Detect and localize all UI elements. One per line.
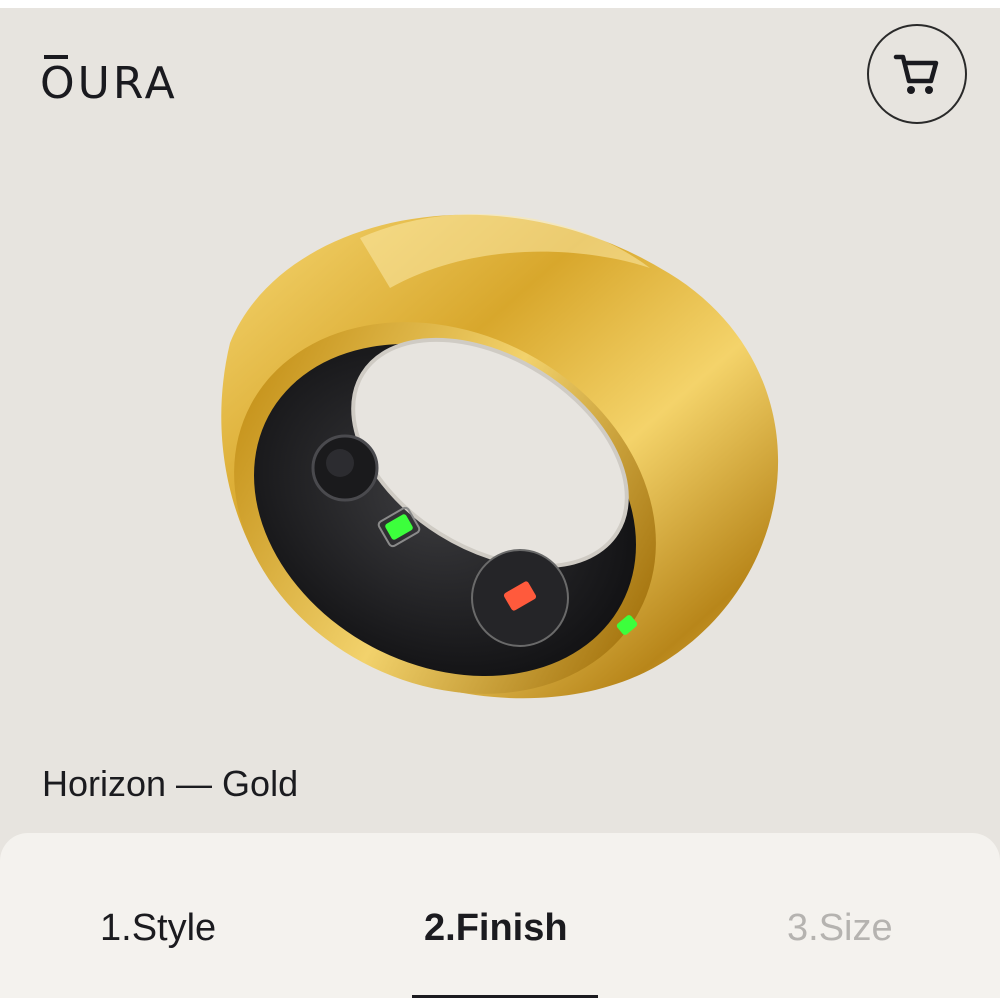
product-title: Horizon — Gold [42, 763, 299, 804]
product-configurator-screen: OURA Horizon — Gold 1.Style 2.Finish 3.S… [0, 8, 1000, 998]
step-finish-tab[interactable]: 2.Finish [424, 905, 568, 951]
ring-product-image [221, 214, 779, 699]
oura-logo[interactable]: OURA [40, 54, 178, 114]
step-style-tab[interactable]: 1.Style [100, 905, 216, 951]
active-step-underline [412, 995, 598, 998]
configuration-steps-panel: 1.Style 2.Finish 3.Size [0, 833, 1000, 998]
cart-button[interactable] [867, 24, 967, 124]
step-size-tab[interactable]: 3.Size [787, 905, 893, 951]
shopping-cart-icon [893, 54, 939, 94]
